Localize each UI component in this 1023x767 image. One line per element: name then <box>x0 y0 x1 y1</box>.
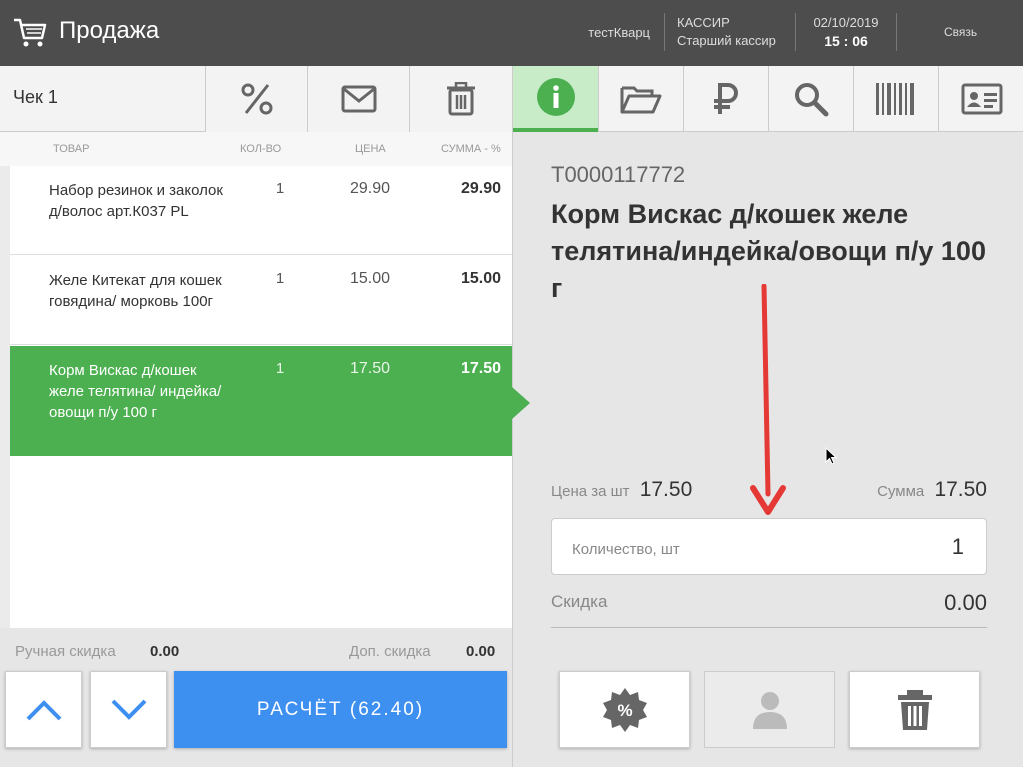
shopping-cart-icon <box>14 18 47 47</box>
details-toolbar <box>513 66 1023 132</box>
trash-icon <box>897 689 932 730</box>
item-name: Корм Вискас д/кошек желе телятина/ индей… <box>49 362 222 421</box>
cashier-role: Старший кассир <box>677 33 776 48</box>
ruble-icon <box>714 83 738 114</box>
table-row[interactable]: Набор резинок и заколок д/волос арт.К037… <box>10 166 512 255</box>
tab-price[interactable] <box>683 66 768 132</box>
receipt-items-list: Набор резинок и заколок д/волос арт.К037… <box>10 166 512 628</box>
id-card-icon <box>961 83 1002 115</box>
item-sum: 17.50 <box>460 360 501 377</box>
tab-barcode[interactable] <box>853 66 938 132</box>
list-scroll-strip <box>0 166 10 628</box>
scroll-down-button[interactable] <box>90 671 167 748</box>
unit-price-value: 17.50 <box>639 478 693 501</box>
delete-item-button[interactable] <box>849 671 980 748</box>
folder-open-icon <box>620 86 662 114</box>
table-row-selected[interactable]: Корм Вискас д/кошек желе телятина/ индей… <box>10 346 512 456</box>
svg-text:%: % <box>617 701 632 720</box>
discount-button[interactable] <box>205 66 307 132</box>
item-name: Набор резинок и заколок д/волос арт.К037… <box>49 182 223 220</box>
column-qty: КОЛ-ВО <box>240 143 282 155</box>
app-header: Продажа тестКварц КАССИР Старший кассир … <box>0 0 1023 66</box>
percent-icon <box>241 83 272 115</box>
annotation-arrow-icon <box>750 284 786 515</box>
item-qty: 1 <box>275 270 285 287</box>
item-price: 15.00 <box>349 270 390 287</box>
tab-info[interactable] <box>513 66 598 132</box>
connection-link[interactable]: Связь <box>944 25 977 39</box>
header-divider <box>896 13 897 51</box>
item-qty: 1 <box>275 180 285 197</box>
sum-value: 17.50 <box>934 478 987 501</box>
receipt-panel: Чек 1 ТОВАР КОЛ-ВО ЦЕНА СУММА - % Набор … <box>0 66 512 767</box>
item-sum: 29.90 <box>460 180 501 197</box>
column-product: ТОВАР <box>53 143 90 155</box>
item-qty: 1 <box>275 360 285 377</box>
datetime: 02/10/2019 15 : 06 <box>796 14 896 50</box>
mouse-cursor-icon <box>825 447 837 465</box>
trash-icon <box>447 82 475 116</box>
chevron-up-icon <box>26 699 61 720</box>
item-price: 17.50 <box>349 360 390 377</box>
check-label: Чек 1 <box>13 87 58 107</box>
scroll-up-button[interactable] <box>5 671 82 748</box>
info-icon <box>536 78 575 116</box>
item-sum: 15.00 <box>460 270 501 287</box>
quantity-field[interactable]: Количество, шт 1 <box>551 518 987 575</box>
column-sum: СУММА - % <box>441 143 501 155</box>
discount-badge-icon: % <box>602 687 647 732</box>
store-name: тестКварц <box>588 25 650 40</box>
manual-discount-value: 0.00 <box>150 643 180 660</box>
receipt-toolbar: Чек 1 <box>0 66 512 132</box>
discount-row: Скидка 0.00 <box>551 586 987 628</box>
quantity-value: 1 <box>951 534 964 559</box>
unit-price-label: Цена за шт <box>551 483 630 500</box>
person-icon <box>752 691 787 729</box>
search-icon <box>795 83 829 117</box>
item-price: 29.90 <box>349 180 390 197</box>
pay-button[interactable]: РАСЧЁТ (62.40) <box>174 671 507 748</box>
cashier-info: КАССИР Старший кассир <box>677 14 776 50</box>
envelope-icon <box>341 85 376 113</box>
product-sku: Т0000117772 <box>551 162 686 187</box>
tab-catalog[interactable] <box>598 66 683 132</box>
extra-discount-label: Доп. скидка <box>349 643 431 660</box>
time-text: 15 : 06 <box>824 33 868 49</box>
date-text: 02/10/2019 <box>813 15 879 30</box>
item-discount-button[interactable]: % <box>559 671 690 748</box>
table-header: ТОВАР КОЛ-ВО ЦЕНА СУММА - % <box>0 132 512 166</box>
extra-discount-value: 0.00 <box>466 643 496 660</box>
item-name: Желе Китекат для кошек говядина/ морковь… <box>49 272 222 310</box>
tab-customer-card[interactable] <box>938 66 1023 132</box>
chevron-down-icon <box>111 699 146 720</box>
email-button[interactable] <box>307 66 409 132</box>
cashier-label: КАССИР <box>677 15 730 30</box>
discount-label: Скидка <box>551 592 608 611</box>
delete-receipt-button[interactable] <box>409 66 512 132</box>
selection-pointer <box>512 387 530 419</box>
table-row[interactable]: Желе Китекат для кошек говядина/ морковь… <box>10 256 512 345</box>
quantity-label: Количество, шт <box>572 541 680 558</box>
barcode-icon <box>876 83 914 115</box>
column-price: ЦЕНА <box>355 143 386 155</box>
discounts-bar: Ручная скидка 0.00 Доп. скидка 0.00 <box>0 628 512 672</box>
header-divider <box>664 13 665 51</box>
seller-button[interactable] <box>704 671 835 748</box>
manual-discount-label: Ручная скидка <box>15 643 116 660</box>
sum-label: Сумма <box>877 483 925 500</box>
page-title: Продажа <box>59 17 160 44</box>
tab-search[interactable] <box>768 66 853 132</box>
discount-value: 0.00 <box>944 590 987 615</box>
